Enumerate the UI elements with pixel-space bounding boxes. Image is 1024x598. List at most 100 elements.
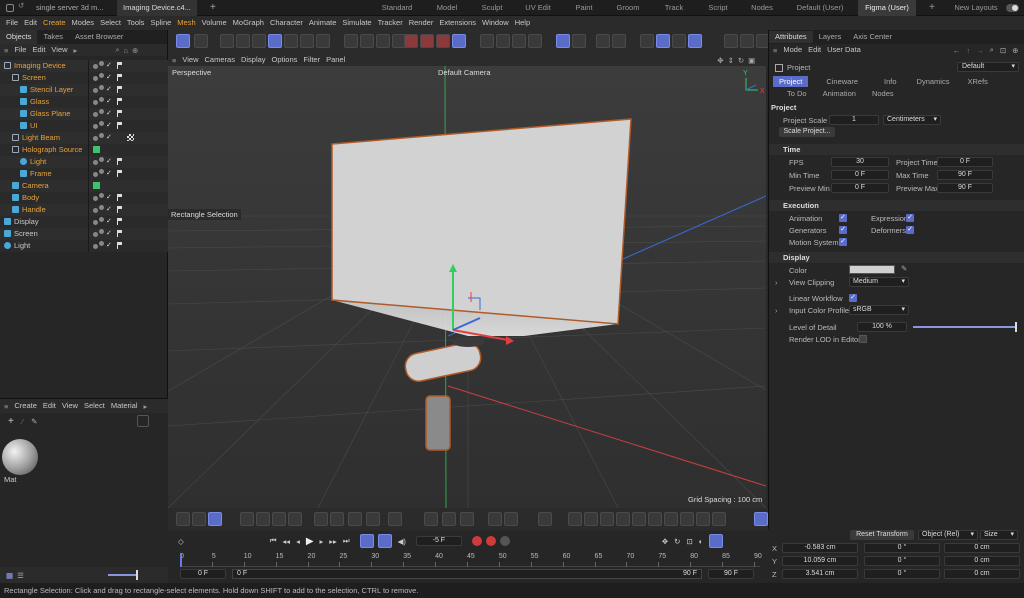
- grid-view-icon[interactable]: ▦: [6, 571, 13, 580]
- tab-layers[interactable]: Layers: [813, 31, 848, 43]
- render-dot-icon[interactable]: [99, 205, 104, 210]
- coord-pos-field[interactable]: 10.059 cm: [782, 556, 858, 566]
- object-row[interactable]: UI ✓: [0, 120, 168, 132]
- coord-size-field[interactable]: 0 cm: [944, 569, 1020, 579]
- enabled-check-icon[interactable]: ✓: [106, 192, 112, 204]
- menu-tools[interactable]: Tools: [127, 16, 145, 30]
- level-of-detail-slider[interactable]: [913, 322, 1017, 332]
- project-unit-select[interactable]: Centimeters ▾: [883, 115, 941, 125]
- viewport-menu-panel[interactable]: Panel: [326, 53, 345, 67]
- z-axis-icon[interactable]: [436, 34, 450, 48]
- material-size-slider[interactable]: [107, 570, 138, 580]
- material-hamburger-icon[interactable]: ≡: [4, 402, 8, 411]
- viewport-menu-view[interactable]: View: [182, 53, 198, 67]
- visibility-dot-icon[interactable]: [93, 207, 98, 213]
- enabled-check-icon[interactable]: ✓: [106, 132, 112, 144]
- menu-volume[interactable]: Volume: [202, 16, 227, 30]
- render-dot-icon[interactable]: [99, 229, 104, 234]
- preview-max-field[interactable]: 90 F: [937, 183, 993, 193]
- zoom-icon[interactable]: [176, 512, 190, 526]
- rotate-key-icon[interactable]: ↻: [674, 537, 680, 546]
- viewport-menu-cameras[interactable]: Cameras: [205, 53, 235, 67]
- animation-checkbox[interactable]: ✓: [839, 214, 847, 222]
- autokey-icon[interactable]: [377, 534, 392, 548]
- grid-icon[interactable]: [640, 34, 654, 48]
- rotate-tool-icon[interactable]: [360, 34, 374, 48]
- rig-icon[interactable]: [632, 512, 646, 526]
- tab-takes[interactable]: Takes: [37, 30, 69, 44]
- attr-pin-icon[interactable]: ⊕: [1012, 46, 1018, 55]
- visibility-dot-icon[interactable]: [93, 159, 98, 165]
- object-row[interactable]: Display ✓: [0, 216, 168, 228]
- layout-paint[interactable]: Paint: [564, 0, 604, 16]
- reset-transform-button[interactable]: Reset Transform: [850, 530, 914, 540]
- uv-mode-icon[interactable]: [252, 34, 266, 48]
- subtab-info[interactable]: Info: [878, 76, 903, 87]
- subtab-xrefs[interactable]: XRefs: [961, 76, 993, 87]
- render-view-icon[interactable]: [724, 34, 738, 48]
- coord-rot-field[interactable]: 0 °: [864, 556, 940, 566]
- xref-icon[interactable]: [584, 512, 598, 526]
- attr-lock-icon[interactable]: ⊡: [1000, 46, 1006, 55]
- visibility-dot-icon[interactable]: [93, 75, 98, 81]
- view-clipping-expand-icon[interactable]: ›: [775, 278, 778, 287]
- new-layouts-toggle[interactable]: [1006, 4, 1019, 12]
- material-menu-select[interactable]: Select: [84, 399, 105, 413]
- subtab-animation[interactable]: Animation: [817, 88, 862, 99]
- size-mode-select[interactable]: Size ▾: [980, 530, 1018, 540]
- fps-field[interactable]: 30: [831, 157, 889, 167]
- uv-icon[interactable]: [696, 512, 710, 526]
- animate-icon[interactable]: [648, 512, 662, 526]
- layout-toggle-icon[interactable]: [754, 512, 768, 526]
- loop-icon[interactable]: [359, 534, 374, 548]
- render-dot-icon[interactable]: [99, 121, 104, 126]
- camera-add-icon[interactable]: [424, 512, 438, 526]
- poly-mode-icon[interactable]: [316, 34, 330, 48]
- menu-help[interactable]: Help: [515, 16, 530, 30]
- subtab-dynamics[interactable]: Dynamics: [911, 76, 956, 87]
- menu-edit[interactable]: Edit: [24, 16, 37, 30]
- render-dot-icon[interactable]: [99, 97, 104, 102]
- list-view-icon[interactable]: ☰: [17, 571, 24, 580]
- play-icon[interactable]: ▶: [306, 536, 314, 547]
- level-of-detail-field[interactable]: 100 %: [857, 322, 907, 332]
- mograph-icon[interactable]: [330, 512, 344, 526]
- coordinate-mode-select[interactable]: Object (Rel) ▾: [918, 530, 978, 540]
- render-dot-icon[interactable]: [99, 73, 104, 78]
- goto-end-icon[interactable]: ⏭: [343, 536, 350, 546]
- level-of-detail-handle[interactable]: [1015, 322, 1017, 332]
- project-scale-field[interactable]: 1: [829, 115, 879, 125]
- menu-animate[interactable]: Animate: [309, 16, 337, 30]
- viewport-rotate-icon[interactable]: ↻: [738, 56, 744, 65]
- tag-flag-icon[interactable]: [117, 122, 123, 129]
- section-execution[interactable]: Execution: [769, 200, 1024, 211]
- scale-tool-icon[interactable]: [376, 34, 390, 48]
- quantize-icon[interactable]: [656, 34, 670, 48]
- tab-objects[interactable]: Objects: [0, 30, 38, 44]
- enabled-check-icon[interactable]: ✓: [106, 168, 112, 180]
- workplane-icon[interactable]: [672, 34, 686, 48]
- enabled-check-icon[interactable]: ✓: [106, 228, 112, 240]
- render-icon[interactable]: [612, 34, 626, 48]
- max-time-field[interactable]: 90 F: [937, 170, 993, 180]
- tag-flag-icon[interactable]: [117, 242, 123, 249]
- visibility-dot-icon[interactable]: [93, 87, 98, 93]
- mesh-mode-icon[interactable]: [236, 34, 250, 48]
- generators-checkbox[interactable]: ✓: [839, 226, 847, 234]
- new-doc-tab-button[interactable]: +: [204, 0, 222, 16]
- move-key-icon[interactable]: ✥: [662, 537, 668, 546]
- eyedropper-icon[interactable]: ✎: [31, 417, 37, 426]
- render-region-icon[interactable]: [596, 34, 610, 48]
- section-display[interactable]: Display: [769, 252, 1024, 263]
- record-icon[interactable]: [471, 536, 482, 546]
- layer-color-icon[interactable]: [93, 182, 100, 189]
- object-row[interactable]: Light ✓: [0, 240, 168, 252]
- tab-asset-browser[interactable]: Asset Browser: [69, 30, 129, 44]
- motion-system-checkbox[interactable]: ✓: [839, 238, 847, 246]
- material-tag-icon[interactable]: [127, 134, 134, 141]
- objects-menu-file[interactable]: File: [14, 43, 26, 57]
- viewport-hamburger-icon[interactable]: ≡: [172, 56, 176, 65]
- tag-flag-icon[interactable]: [117, 86, 123, 93]
- object-row[interactable]: Holograph Source: [0, 144, 168, 156]
- script-icon[interactable]: [680, 512, 694, 526]
